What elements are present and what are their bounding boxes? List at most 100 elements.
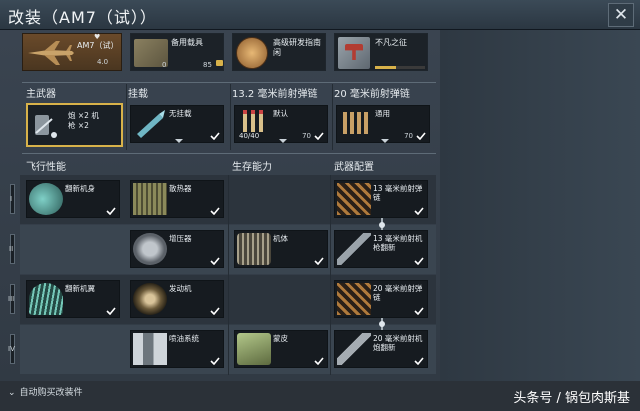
col-divider-1 (126, 84, 127, 150)
wing-icon (29, 283, 63, 315)
check-icon (414, 357, 424, 365)
mod-slot-skin[interactable]: 蒙皮 (234, 330, 328, 368)
tier-label-3: III (8, 295, 15, 303)
mod-name: 散热器 (169, 184, 192, 193)
tier-label-2: II (9, 245, 14, 253)
column-main-weapon: 主武器 (26, 89, 56, 100)
mod-slot-cannon-20[interactable]: 20 毫米前射机炮翻新 (334, 330, 428, 368)
mod-slot-wings[interactable]: 翻新机翼 (26, 280, 120, 318)
tier-label-1: I (10, 195, 13, 203)
column-belt-132: 13.2 毫米前射弹链 (232, 89, 318, 100)
check-icon (106, 207, 116, 215)
top-item-plane[interactable]: AM7（试） 4.0 ♥ (22, 33, 122, 71)
section-weapons: 武器配置 (334, 162, 374, 173)
bomb-icon (137, 110, 165, 138)
belt-132-count-left: 40/40 (239, 132, 260, 140)
auto-buy-toggle[interactable]: ⌄ 自动购买改装件 (8, 385, 83, 398)
top-item-special[interactable]: 不凡之征 (334, 33, 428, 71)
watermark: 头条号 / 锅包肉斯基 (513, 391, 630, 406)
belt-132-name: 默认 (273, 109, 288, 118)
check-icon (314, 257, 324, 265)
backup-label: 备用载具 (171, 38, 203, 47)
check-icon (210, 307, 220, 315)
pylon-slot[interactable]: 无挂载 (130, 105, 224, 143)
check-icon (414, 257, 424, 265)
gun-wrench-icon (35, 115, 57, 138)
skin-icon (237, 333, 271, 365)
belt-132-count: 70 (302, 132, 311, 140)
mod-name: 增压器 (169, 234, 192, 243)
plane-rating: 4.0 (97, 58, 109, 66)
mod-name: 喷油系统 (169, 334, 199, 343)
check-icon (210, 357, 220, 365)
mod-name: 20 毫米前射机炮翻新 (373, 334, 423, 352)
check-icon (210, 207, 220, 215)
ammo-icon (337, 183, 371, 215)
chevron-down-icon: ⌄ (8, 388, 16, 398)
top-separator (22, 82, 436, 83)
top-item-backup[interactable]: 备用载具 0 85 (130, 33, 224, 71)
check-icon (314, 357, 324, 365)
column-pylon: 挂载 (128, 89, 148, 100)
main-weapon-slot[interactable]: 炮 ×2 机 枪 ×2 (26, 103, 123, 147)
special-label: 不凡之征 (375, 38, 407, 47)
close-button[interactable]: ✕ (608, 3, 634, 27)
dropdown-caret-icon[interactable] (279, 139, 287, 143)
supercharger-icon (133, 233, 167, 265)
mod-slot-belt-13[interactable]: 13 毫米前射弹链 (334, 180, 428, 218)
check-icon (414, 207, 424, 215)
auto-buy-label: 自动购买改装件 (19, 388, 83, 398)
mod-slot-gun-13[interactable]: 13 毫米前射机枪翻新 (334, 230, 428, 268)
dropdown-caret-icon[interactable] (175, 139, 183, 143)
heart-icon: ♥ (94, 33, 101, 41)
mod-name: 翻新机身 (65, 184, 95, 193)
top-item-research[interactable]: 高级研发指南 闲 (232, 33, 326, 71)
belt-20-name: 通用 (375, 109, 390, 118)
mod-name: 13 毫米前射机枪翻新 (373, 234, 423, 252)
col-divider-2 (230, 84, 231, 150)
plane-name: AM7（试） (77, 41, 119, 50)
background-backdrop (440, 30, 640, 381)
mod-slot-engine[interactable]: 发动机 (130, 280, 224, 318)
mod-connector (379, 321, 385, 327)
mod-slot-airframe[interactable]: 机体 (234, 230, 328, 268)
mod-slot-belt-20[interactable]: 20 毫米前射弹链 (334, 280, 428, 318)
engine-icon (133, 283, 167, 315)
special-progress (375, 66, 425, 69)
section-divider-2 (330, 175, 331, 375)
check-icon (210, 132, 220, 140)
ammo-belt-icon (343, 112, 368, 134)
dropdown-caret-icon[interactable] (381, 139, 389, 143)
backup-count-left: 0 (162, 61, 167, 69)
section-flight: 飞行性能 (26, 162, 66, 173)
ammo-icon (337, 283, 371, 315)
section-divider-1 (228, 175, 229, 375)
mod-slot-fuselage[interactable]: 翻新机身 (26, 180, 120, 218)
belt-20-count: 70 (404, 132, 413, 140)
mod-slot-radiator[interactable]: 散热器 (130, 180, 224, 218)
check-icon (314, 132, 324, 140)
mod-connector (379, 222, 385, 228)
gold-icon (216, 60, 223, 66)
window-title: 改装（AM7（试）） (8, 8, 157, 27)
plane-icon (28, 41, 74, 65)
main-weapon-line1: 炮 ×2 机 (68, 111, 99, 120)
column-belt-20: 20 毫米前射弹链 (334, 89, 410, 100)
mod-slot-injection[interactable]: 喷油系统 (130, 330, 224, 368)
mod-slot-supercharger[interactable]: 增压器 (130, 230, 224, 268)
check-icon (416, 132, 426, 140)
section-separator (22, 153, 436, 154)
check-icon (106, 307, 116, 315)
belt-20-slot[interactable]: 通用 70 (336, 105, 430, 143)
main-weapon-line2: 枪 ×2 (68, 121, 89, 130)
belt-132-slot[interactable]: 默认 40/40 70 (234, 105, 328, 143)
research-label-extra: 闲 (273, 48, 281, 57)
check-icon (414, 307, 424, 315)
cannon-icon (337, 333, 371, 365)
mod-name: 蒙皮 (273, 334, 288, 343)
pylon-name: 无挂载 (169, 109, 192, 118)
footer-bar: ⌄ 自动购买改装件 头条号 / 锅包肉斯基 (0, 381, 640, 411)
medal-icon (236, 37, 268, 69)
radiator-icon (133, 183, 167, 215)
mod-name: 发动机 (169, 284, 192, 293)
